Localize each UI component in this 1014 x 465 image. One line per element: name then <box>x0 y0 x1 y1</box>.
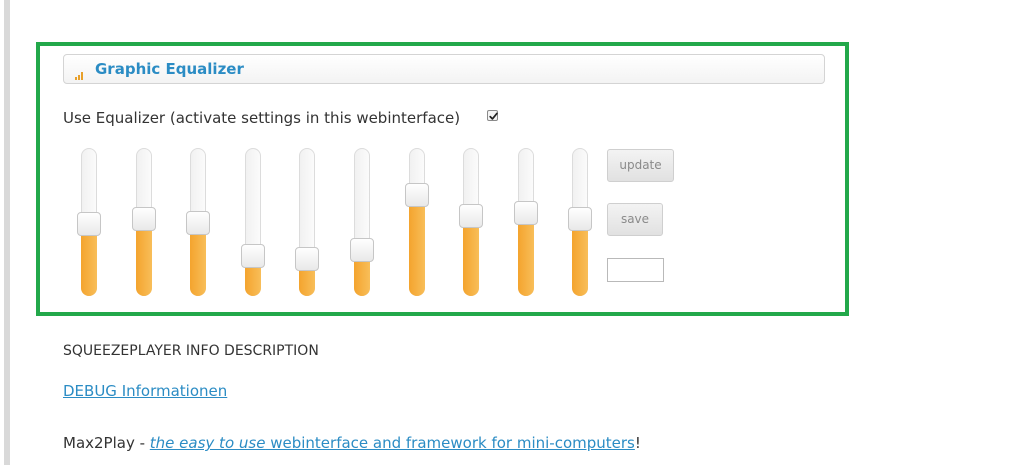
eq-band-level-fill <box>409 194 425 296</box>
eq-band-handle[interactable] <box>241 244 265 268</box>
equalizer-toggle-label: Use Equalizer (activate settings in this… <box>63 109 461 127</box>
eq-band-slider[interactable] <box>77 148 101 296</box>
section-title: Graphic Equalizer <box>95 60 244 78</box>
eq-band-handle[interactable] <box>405 183 429 207</box>
eq-band-handle[interactable] <box>77 212 101 236</box>
eq-band-slider[interactable] <box>514 148 538 296</box>
debug-info-link[interactable]: DEBUG Informationen <box>63 382 227 400</box>
eq-band-handle[interactable] <box>350 238 374 262</box>
eq-band-handle[interactable] <box>568 207 592 231</box>
eq-band-slider[interactable] <box>132 148 156 296</box>
eq-band-slider[interactable] <box>186 148 210 296</box>
footer-link-italic: the easy to use <box>149 434 266 452</box>
equalizer-checkbox[interactable] <box>487 110 498 121</box>
eq-band-slider[interactable] <box>405 148 429 296</box>
eq-band-slider[interactable] <box>241 148 265 296</box>
footer-separator: - <box>134 434 150 452</box>
eq-band-slider[interactable] <box>350 148 374 296</box>
eq-band-handle[interactable] <box>295 247 319 271</box>
footer-link[interactable]: the easy to use webinterface and framewo… <box>150 434 635 452</box>
eq-band-handle[interactable] <box>132 207 156 231</box>
eq-band-handle[interactable] <box>186 211 210 235</box>
info-description-title: SQUEEZEPLAYER INFO DESCRIPTION <box>63 343 319 359</box>
footer-trailing: ! <box>634 434 641 452</box>
equalizer-value-field[interactable] <box>607 258 664 282</box>
equalizer-section-header: Graphic Equalizer <box>63 54 825 84</box>
eq-band-handle[interactable] <box>459 204 483 228</box>
eq-band-slider[interactable] <box>295 148 319 296</box>
update-button[interactable]: update <box>607 149 674 182</box>
checkmark-icon <box>489 112 498 120</box>
eq-band-slider[interactable] <box>459 148 483 296</box>
eq-band-slider[interactable] <box>568 148 592 296</box>
footer: Max2Play - the easy to use webinterface … <box>63 434 641 452</box>
footer-link-rest: webinterface and framework for mini-comp… <box>265 434 635 452</box>
footer-brand: Max2Play <box>63 434 135 452</box>
save-button[interactable]: save <box>607 203 663 236</box>
left-rule <box>4 0 10 465</box>
eq-band-handle[interactable] <box>514 201 538 225</box>
bar-chart-icon <box>75 65 84 80</box>
